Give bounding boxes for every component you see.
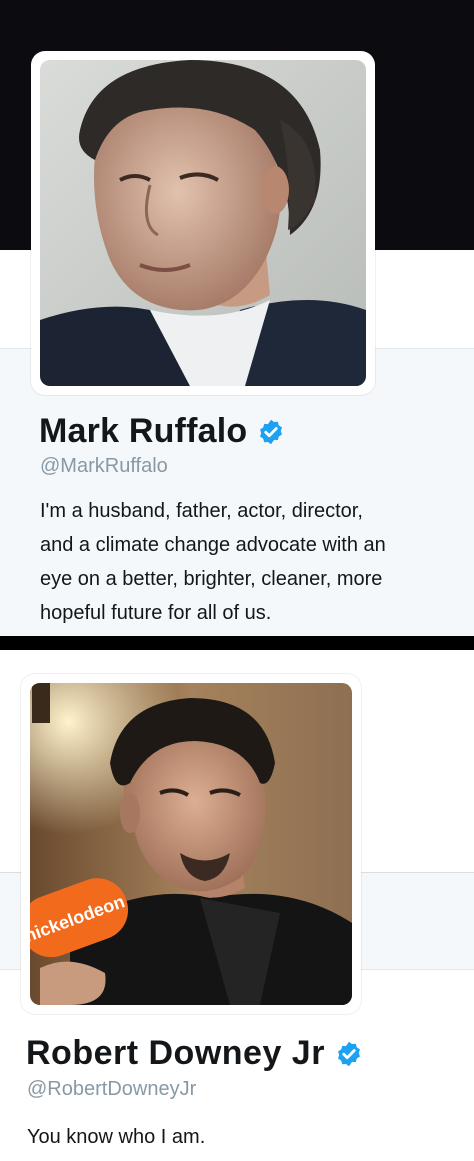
verified-badge-icon [257,418,285,446]
bio-line: I'm a husband, father, actor, director, [40,500,363,522]
profile-card-mark-ruffalo: Mark Ruffalo @MarkRuffalo I'm a husband,… [0,0,474,636]
profile-handle[interactable]: @RobertDowneyJr [27,1078,196,1101]
profile-card-robert-downey-jr: nickelodeon Robert Downey Jr @RobertDown… [0,650,474,1161]
profile-avatar[interactable] [31,51,375,395]
avatar-photo-drawing [40,60,366,386]
bio-line: eye on a better, brighter, cleaner, more [40,568,383,590]
profile-name[interactable]: Robert Downey Jr [26,1034,325,1073]
profile-name-row: Mark Ruffalo [39,412,285,451]
profile-name-row: Robert Downey Jr [26,1034,363,1073]
screenshot-divider [0,636,474,650]
profile-name[interactable]: Mark Ruffalo [39,412,247,451]
profile-bio: You know who I am. [27,1120,447,1154]
bio-line: hopeful future for all of us. [40,602,272,624]
profile-bio: I'm a husband, father, actor, director, … [40,494,460,630]
bio-line: You know who I am. [27,1126,206,1148]
profile-handle[interactable]: @MarkRuffalo [40,455,168,478]
verified-badge-icon [335,1040,363,1068]
avatar-photo-drawing: nickelodeon [30,683,352,1005]
bio-line: and a climate change advocate with an [40,534,386,556]
avatar-photo [40,60,366,386]
profile-avatar[interactable]: nickelodeon [21,674,361,1014]
avatar-photo: nickelodeon [30,683,352,1005]
